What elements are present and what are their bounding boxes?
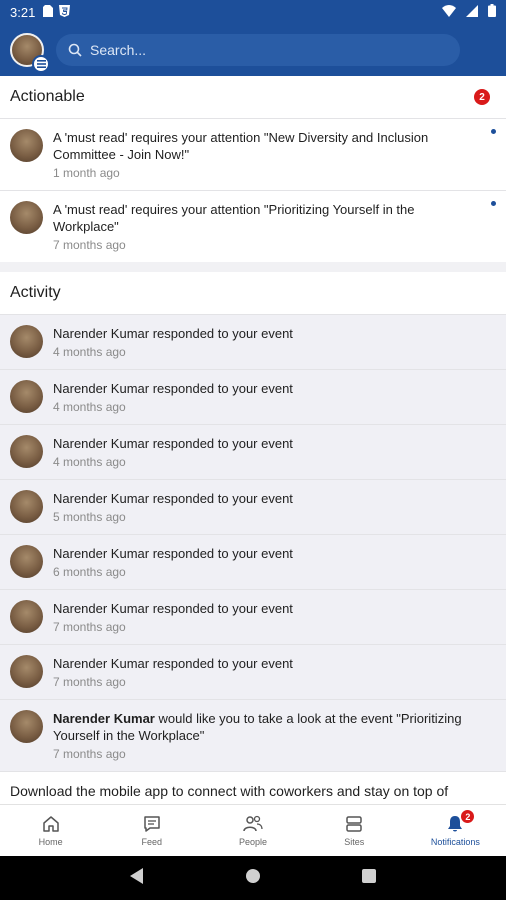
battery-icon xyxy=(488,4,496,20)
nav-sites-label: Sites xyxy=(344,837,365,847)
notification-text: Narender Kumar responded to your event xyxy=(53,326,293,341)
nav-people[interactable]: People xyxy=(202,805,303,856)
notification-text: Narender Kumar responded to your event xyxy=(53,546,293,561)
notifications-count-badge: 2 xyxy=(460,809,476,824)
actionable-item[interactable]: A 'must read' requires your attention "P… xyxy=(0,190,506,262)
recents-icon[interactable] xyxy=(361,868,376,888)
avatar xyxy=(10,655,43,688)
nav-sites[interactable]: Sites xyxy=(304,805,405,856)
download-app-banner[interactable]: Download the mobile app to connect with … xyxy=(0,771,506,804)
system-nav-bar xyxy=(0,856,506,900)
home-circle-icon[interactable] xyxy=(245,868,261,889)
notification-text: Narender Kumar responded to your event xyxy=(53,601,293,616)
bottom-nav: Home Feed People Sites 2 Notifications xyxy=(0,804,506,856)
actionable-header: Actionable 2 xyxy=(0,76,506,118)
nav-feed[interactable]: Feed xyxy=(101,805,202,856)
sim-card-icon xyxy=(43,4,54,20)
notification-text: Narender Kumar responded to your event xyxy=(53,436,293,451)
search-icon xyxy=(68,43,82,57)
menu-icon xyxy=(32,55,50,73)
user-name: Narender Kumar xyxy=(53,711,155,726)
nav-notifications-label: Notifications xyxy=(430,837,480,847)
wifi-icon xyxy=(442,4,456,20)
actionable-item[interactable]: A 'must read' requires your attention "N… xyxy=(0,118,506,190)
nav-home-label: Home xyxy=(38,837,63,847)
activity-item[interactable]: Narender Kumar responded to your event 7… xyxy=(0,589,506,644)
avatar xyxy=(10,710,43,743)
avatar xyxy=(10,600,43,633)
avatar xyxy=(10,129,43,162)
status-bar: 3:21 xyxy=(0,0,506,24)
status-time: 3:21 xyxy=(10,4,36,20)
section-divider xyxy=(0,262,506,272)
activity-item[interactable]: Narender Kumar responded to your event 4… xyxy=(0,314,506,369)
activity-header: Activity xyxy=(0,272,506,314)
notification-text: A 'must read' requires your attention "P… xyxy=(53,202,415,234)
notification-time: 4 months ago xyxy=(53,455,126,469)
activity-item[interactable]: Narender Kumar would like you to take a … xyxy=(0,699,506,771)
avatar xyxy=(10,325,43,358)
notification-text: Narender Kumar would like you to take a … xyxy=(53,710,496,744)
avatar xyxy=(10,545,43,578)
unread-dot xyxy=(491,201,496,206)
activity-item[interactable]: Narender Kumar responded to your event 7… xyxy=(0,644,506,699)
notification-time: 1 month ago xyxy=(53,166,120,180)
feed-icon xyxy=(144,816,160,832)
activity-title: Activity xyxy=(10,284,61,301)
notification-time: 7 months ago xyxy=(53,238,126,252)
notification-time: 7 months ago xyxy=(53,620,126,634)
search-placeholder: Search... xyxy=(90,42,147,58)
avatar xyxy=(10,380,43,413)
banner-text: Download the mobile app to connect with … xyxy=(10,783,449,804)
notification-time: 5 months ago xyxy=(53,510,126,524)
notification-time: 7 months ago xyxy=(53,747,126,761)
notification-time: 4 months ago xyxy=(53,400,126,414)
activity-item[interactable]: Narender Kumar responded to your event 5… xyxy=(0,479,506,534)
avatar xyxy=(10,435,43,468)
notification-time: 7 months ago xyxy=(53,675,126,689)
html5-icon xyxy=(59,4,71,20)
nav-notifications[interactable]: 2 Notifications xyxy=(405,805,506,856)
search-input[interactable]: Search... xyxy=(56,34,460,66)
back-icon[interactable] xyxy=(130,867,144,889)
sites-icon xyxy=(346,816,362,832)
app-bar: Search... xyxy=(0,24,506,76)
avatar xyxy=(10,490,43,523)
notification-text: Narender Kumar responded to your event xyxy=(53,656,293,671)
notification-time: 4 months ago xyxy=(53,345,126,359)
actionable-count-badge: 2 xyxy=(474,89,490,105)
notifications-list[interactable]: Actionable 2 A 'must read' requires your… xyxy=(0,76,506,804)
notification-text: Narender Kumar responded to your event xyxy=(53,381,293,396)
notification-text: A 'must read' requires your attention "N… xyxy=(53,130,429,162)
activity-item[interactable]: Narender Kumar responded to your event 6… xyxy=(0,534,506,589)
nav-people-label: People xyxy=(238,837,268,847)
activity-item[interactable]: Narender Kumar responded to your event 4… xyxy=(0,369,506,424)
nav-feed-label: Feed xyxy=(141,837,163,847)
notification-text: Narender Kumar responded to your event xyxy=(53,491,293,506)
nav-home[interactable]: Home xyxy=(0,805,101,856)
unread-dot xyxy=(491,129,496,134)
profile-menu-button[interactable] xyxy=(10,33,50,73)
avatar xyxy=(10,201,43,234)
notification-time: 6 months ago xyxy=(53,565,126,579)
signal-icon xyxy=(466,4,478,20)
activity-item[interactable]: Narender Kumar responded to your event 4… xyxy=(0,424,506,479)
actionable-title: Actionable xyxy=(10,88,85,105)
home-icon xyxy=(42,816,59,832)
people-icon xyxy=(243,815,263,832)
